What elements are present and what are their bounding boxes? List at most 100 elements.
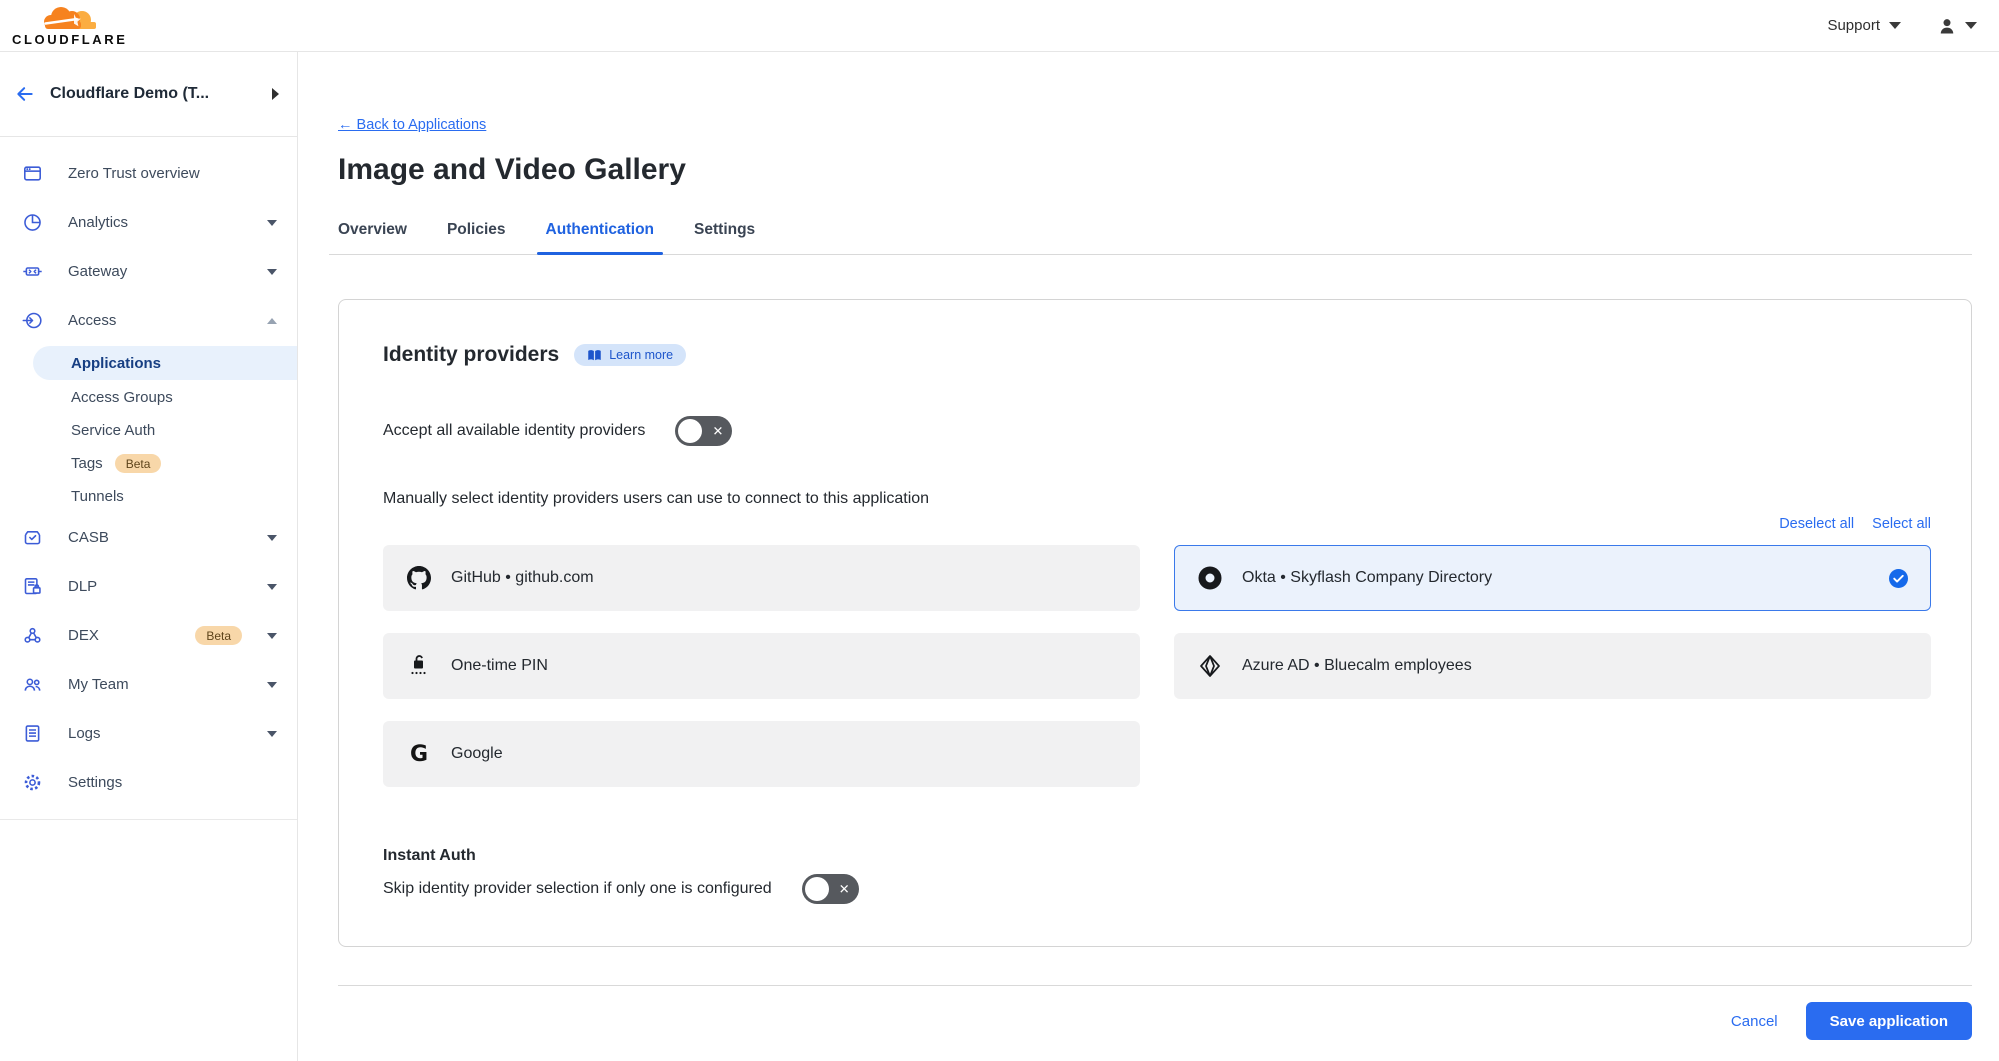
sidebar-subitem-label: Access Groups xyxy=(71,389,173,406)
provider-label: One-time PIN xyxy=(451,657,548,675)
sidebar-item-label: Zero Trust overview xyxy=(68,165,277,182)
sidebar-item-gateway[interactable]: Gateway xyxy=(0,247,297,296)
tab-overview[interactable]: Overview xyxy=(329,221,416,254)
window-icon xyxy=(22,163,43,184)
sidebar-item-tunnels[interactable]: Tunnels xyxy=(0,480,297,513)
network-icon xyxy=(22,625,43,646)
chevron-down-icon xyxy=(1965,22,1977,29)
sidebar-item-label: DEX xyxy=(68,627,170,644)
provider-label: Azure AD • Bluecalm employees xyxy=(1242,657,1472,675)
provider-github[interactable]: GitHub • github.com xyxy=(383,545,1140,611)
tab-policies[interactable]: Policies xyxy=(438,221,515,254)
accept-all-toggle[interactable]: ✕ xyxy=(675,416,732,446)
chevron-down-icon xyxy=(267,220,277,226)
chevron-down-icon xyxy=(267,633,277,639)
selected-check-icon xyxy=(1889,569,1908,588)
cloudflare-wordmark: CLOUDFLARE xyxy=(12,32,128,47)
sidebar-item-label: DLP xyxy=(68,578,242,595)
chevron-down-icon xyxy=(267,535,277,541)
beta-badge: Beta xyxy=(115,454,162,473)
manual-select-text: Manually select identity providers users… xyxy=(383,490,1931,508)
tab-settings[interactable]: Settings xyxy=(685,221,764,254)
chevron-right-icon[interactable] xyxy=(272,88,279,100)
sidebar-subitem-label: Applications xyxy=(71,355,161,372)
sidebar-item-analytics[interactable]: Analytics xyxy=(0,198,297,247)
sidebar-item-zero-trust-overview[interactable]: Zero Trust overview xyxy=(0,149,297,198)
page-title: Image and Video Gallery xyxy=(338,152,1972,188)
tab-bar: Overview Policies Authentication Setting… xyxy=(329,221,1972,255)
provider-grid: GitHub • github.com Okta • Skyflash Comp… xyxy=(383,545,1931,787)
sidebar-divider xyxy=(0,819,297,820)
sidebar-item-access-groups[interactable]: Access Groups xyxy=(0,381,297,414)
main-content: ← Back to Applications Image and Video G… xyxy=(298,52,1999,1061)
sidebar-item-access[interactable]: Access xyxy=(0,296,297,345)
support-label: Support xyxy=(1827,17,1880,34)
github-icon xyxy=(406,565,432,591)
sidebar-item-tags[interactable]: Tags Beta xyxy=(0,447,297,480)
sidebar-subitem-label: Service Auth xyxy=(71,422,155,439)
accept-all-label: Accept all available identity providers xyxy=(383,422,645,440)
user-menu[interactable] xyxy=(1937,16,1977,36)
sidebar-item-applications[interactable]: Applications xyxy=(33,346,297,380)
sidebar-item-my-team[interactable]: My Team xyxy=(0,660,297,709)
chevron-down-icon xyxy=(267,682,277,688)
sidebar-item-settings[interactable]: Settings xyxy=(0,758,297,807)
identity-providers-heading: Identity providers xyxy=(383,342,559,368)
gear-icon xyxy=(22,772,43,793)
sidebar-account-header: Cloudflare Demo (T... xyxy=(0,52,297,137)
provider-google[interactable]: G Google xyxy=(383,721,1140,787)
pie-chart-icon xyxy=(22,212,43,233)
sidebar-subitem-label: Tags xyxy=(71,455,103,472)
chevron-down-icon xyxy=(267,584,277,590)
identity-providers-card: Identity providers Learn more Accept all… xyxy=(338,299,1972,947)
account-name[interactable]: Cloudflare Demo (T... xyxy=(50,85,258,103)
topbar: CLOUDFLARE Support xyxy=(0,0,1999,52)
sidebar-subitem-label: Tunnels xyxy=(71,488,124,505)
sidebar-item-label: Analytics xyxy=(68,214,242,231)
cloudflare-logo[interactable]: CLOUDFLARE xyxy=(12,4,128,47)
toggle-knob xyxy=(805,877,829,901)
chevron-down-icon xyxy=(267,731,277,737)
sidebar-nav: Zero Trust overview Analytics Gateway xyxy=(0,137,297,820)
cancel-button[interactable]: Cancel xyxy=(1731,1013,1778,1030)
back-to-applications-link[interactable]: ← Back to Applications xyxy=(338,117,486,133)
toggle-off-icon: ✕ xyxy=(712,425,723,438)
provider-label: Google xyxy=(451,745,503,763)
okta-icon xyxy=(1197,565,1223,591)
instant-auth-toggle[interactable]: ✕ xyxy=(802,874,859,904)
sidebar-item-logs[interactable]: Logs xyxy=(0,709,297,758)
select-all-link[interactable]: Select all xyxy=(1872,516,1931,532)
sidebar-item-label: My Team xyxy=(68,676,242,693)
sidebar-item-casb[interactable]: CASB xyxy=(0,513,297,562)
logs-icon xyxy=(22,723,43,744)
provider-label: GitHub • github.com xyxy=(451,569,594,587)
toggle-off-icon: ✕ xyxy=(839,883,850,896)
user-icon xyxy=(1937,16,1957,36)
save-application-button[interactable]: Save application xyxy=(1806,1002,1972,1040)
back-arrow-icon[interactable] xyxy=(14,84,36,104)
book-icon xyxy=(587,349,602,362)
provider-one-time-pin[interactable]: One-time PIN xyxy=(383,633,1140,699)
google-icon: G xyxy=(406,741,432,767)
support-menu[interactable]: Support xyxy=(1827,17,1901,34)
tab-authentication[interactable]: Authentication xyxy=(537,221,664,254)
cloudflare-cloud-icon xyxy=(38,4,102,34)
deselect-all-link[interactable]: Deselect all xyxy=(1779,516,1854,532)
team-icon xyxy=(22,674,43,695)
sidebar-item-label: Gateway xyxy=(68,263,242,280)
gateway-icon xyxy=(22,261,43,282)
one-time-pin-icon xyxy=(406,653,432,679)
login-icon xyxy=(22,310,43,331)
sidebar-item-dex[interactable]: DEX Beta xyxy=(0,611,297,660)
provider-okta[interactable]: Okta • Skyflash Company Directory xyxy=(1174,545,1931,611)
instant-auth-heading: Instant Auth xyxy=(383,847,1931,865)
sidebar-item-label: Access xyxy=(68,312,242,329)
sidebar-item-label: Logs xyxy=(68,725,242,742)
sidebar-item-dlp[interactable]: DLP xyxy=(0,562,297,611)
azure-ad-icon xyxy=(1197,653,1223,679)
provider-azure-ad[interactable]: Azure AD • Bluecalm employees xyxy=(1174,633,1931,699)
learn-more-button[interactable]: Learn more xyxy=(574,344,686,366)
sidebar-item-service-auth[interactable]: Service Auth xyxy=(0,414,297,447)
instant-auth-label: Skip identity provider selection if only… xyxy=(383,880,772,898)
sidebar: Cloudflare Demo (T... Zero Trust overvie… xyxy=(0,52,298,1061)
